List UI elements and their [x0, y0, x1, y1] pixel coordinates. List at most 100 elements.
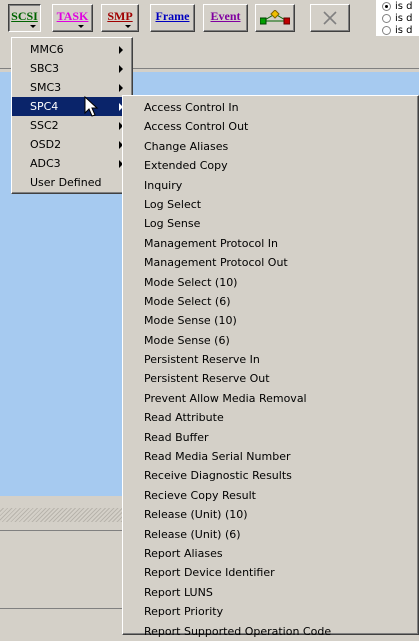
submenu-item[interactable]: Report Aliases [123, 544, 418, 563]
submenu-item-label: Report Device Identifier [144, 566, 275, 580]
topology-icon [260, 10, 290, 25]
submenu-item[interactable]: Release (Unit) (10) [123, 505, 418, 524]
smp-button-label: SMP [107, 8, 133, 23]
submenu-item[interactable]: Receive Diagnostic Results [123, 466, 418, 485]
submenu-item[interactable]: Management Protocol Out [123, 253, 418, 272]
submenu-item-label: Report Aliases [144, 546, 223, 560]
submenu-item-label: Mode Sense (6) [144, 333, 230, 347]
submenu-item-label: Access Control Out [144, 120, 249, 134]
task-button-label: TASK [56, 8, 89, 23]
event-button-label: Event [210, 8, 241, 23]
radio-checked-icon [382, 2, 391, 11]
submenu-item[interactable]: Mode Sense (6) [123, 331, 418, 350]
menu-item-adc3[interactable]: ADC3 [12, 154, 132, 173]
submenu-item[interactable]: Report Supported Operation Code [123, 622, 418, 641]
submenu-item-label: Report LUNS [144, 585, 213, 599]
scsi-dropdown-menu: MMC6 SBC3 SMC3 SPC4 SSC2 OSD2 ADC3 User … [11, 37, 133, 194]
submenu-item-label: Prevent Allow Media Removal [144, 391, 307, 405]
submenu-item[interactable]: Release (Unit) (6) [123, 525, 418, 544]
submenu-item-label: Report Supported Operation Code [144, 624, 332, 638]
radio-option[interactable]: is d [382, 25, 413, 36]
submenu-item-label: Report Priority [144, 605, 224, 619]
menu-item-label: User Defined [30, 176, 102, 189]
frame-button-label: Frame [155, 8, 190, 23]
radio-option[interactable]: is d [382, 13, 413, 24]
menu-item-user-defined[interactable]: User Defined [12, 173, 132, 192]
menu-item-label: SMC3 [30, 81, 62, 94]
dropdown-arrow-icon [125, 25, 131, 28]
submenu-item-label: Persistent Reserve In [144, 353, 260, 367]
submenu-item-label: Read Attribute [144, 411, 224, 425]
scsi-button[interactable]: SCSI [8, 4, 41, 32]
submenu-item-label: Release (Unit) (10) [144, 508, 248, 522]
submenu-item[interactable]: Access Control In [123, 98, 418, 117]
menu-item-osd2[interactable]: OSD2 [12, 135, 132, 154]
menu-item-mmc6[interactable]: MMC6 [12, 40, 132, 59]
submenu-item[interactable]: Recieve Copy Result [123, 486, 418, 505]
submenu-item[interactable]: Persistent Reserve In [123, 350, 418, 369]
menu-item-label: ADC3 [30, 157, 61, 170]
submenu-arrow-icon [119, 46, 123, 54]
submenu-item-label: Recieve Copy Result [144, 488, 256, 502]
frame-button[interactable]: Frame [150, 4, 195, 32]
submenu-item-label: Receive Diagnostic Results [144, 469, 292, 483]
submenu-item-label: Management Protocol Out [144, 256, 288, 270]
submenu-item[interactable]: Inquiry [123, 176, 418, 195]
close-icon [323, 11, 337, 25]
submenu-item[interactable]: Report Device Identifier [123, 563, 418, 582]
radio-label: is d [395, 25, 413, 36]
submenu-item[interactable]: Read Media Serial Number [123, 447, 418, 466]
smp-button[interactable]: SMP [101, 4, 139, 32]
event-button[interactable]: Event [203, 4, 248, 32]
submenu-item-label: Mode Select (6) [144, 294, 231, 308]
pane-divider [0, 608, 122, 609]
submenu-item[interactable]: Report Priority [123, 602, 418, 621]
menu-item-label: SBC3 [30, 62, 60, 75]
submenu-item-label: Release (Unit) (6) [144, 527, 241, 541]
submenu-item[interactable]: Report LUNS [123, 583, 418, 602]
task-button[interactable]: TASK [52, 4, 93, 32]
submenu-item-label: Log Sense [144, 217, 201, 231]
radio-group: is d is d is d [376, 0, 419, 36]
dropdown-arrow-icon [77, 25, 84, 28]
submenu-item[interactable]: Extended Copy [123, 156, 418, 175]
topology-button[interactable] [255, 4, 295, 32]
radio-unchecked-icon [382, 26, 391, 35]
submenu-arrow-icon [119, 84, 123, 92]
menu-item-smc3[interactable]: SMC3 [12, 78, 132, 97]
submenu-item[interactable]: Mode Select (10) [123, 273, 418, 292]
submenu-item[interactable]: Access Control Out [123, 117, 418, 136]
submenu-item-label: Management Protocol In [144, 236, 278, 250]
submenu-item-label: Extended Copy [144, 159, 228, 173]
submenu-item[interactable]: Persistent Reserve Out [123, 369, 418, 388]
splitter-bar[interactable] [0, 508, 122, 522]
submenu-item[interactable]: Change Aliases [123, 137, 418, 156]
submenu-item[interactable]: Log Sense [123, 214, 418, 233]
submenu-item[interactable]: Mode Select (6) [123, 292, 418, 311]
submenu-item[interactable]: Read Attribute [123, 408, 418, 427]
mouse-cursor-icon [84, 96, 99, 117]
submenu-item[interactable]: Read Buffer [123, 428, 418, 447]
submenu-item-label: Mode Sense (10) [144, 314, 237, 328]
menu-item-sbc3[interactable]: SBC3 [12, 59, 132, 78]
submenu-arrow-icon [119, 65, 123, 73]
toolbar: SCSI TASK SMP Frame Event is d is d is d [0, 0, 419, 40]
pane-divider [0, 530, 122, 531]
submenu-item[interactable]: Mode Sense (10) [123, 311, 418, 330]
radio-label: is d [395, 13, 413, 24]
dropdown-arrow-icon [29, 25, 36, 28]
menu-item-label: OSD2 [30, 138, 62, 151]
close-button[interactable] [310, 4, 350, 32]
submenu-item[interactable]: Prevent Allow Media Removal [123, 389, 418, 408]
radio-option[interactable]: is d [382, 1, 413, 12]
submenu-item-label: Access Control In [144, 101, 239, 114]
submenu-item-label: Log Select [144, 197, 202, 211]
submenu-item-label: Persistent Reserve Out [144, 372, 270, 386]
radio-unchecked-icon [382, 14, 391, 23]
submenu-item[interactable]: Management Protocol In [123, 234, 418, 253]
radio-label: is d [395, 1, 413, 12]
submenu-item[interactable]: Log Select [123, 195, 418, 214]
submenu-item-label: Read Buffer [144, 430, 209, 444]
menu-item-ssc2[interactable]: SSC2 [12, 116, 132, 135]
menu-item-spc4[interactable]: SPC4 [12, 97, 132, 116]
